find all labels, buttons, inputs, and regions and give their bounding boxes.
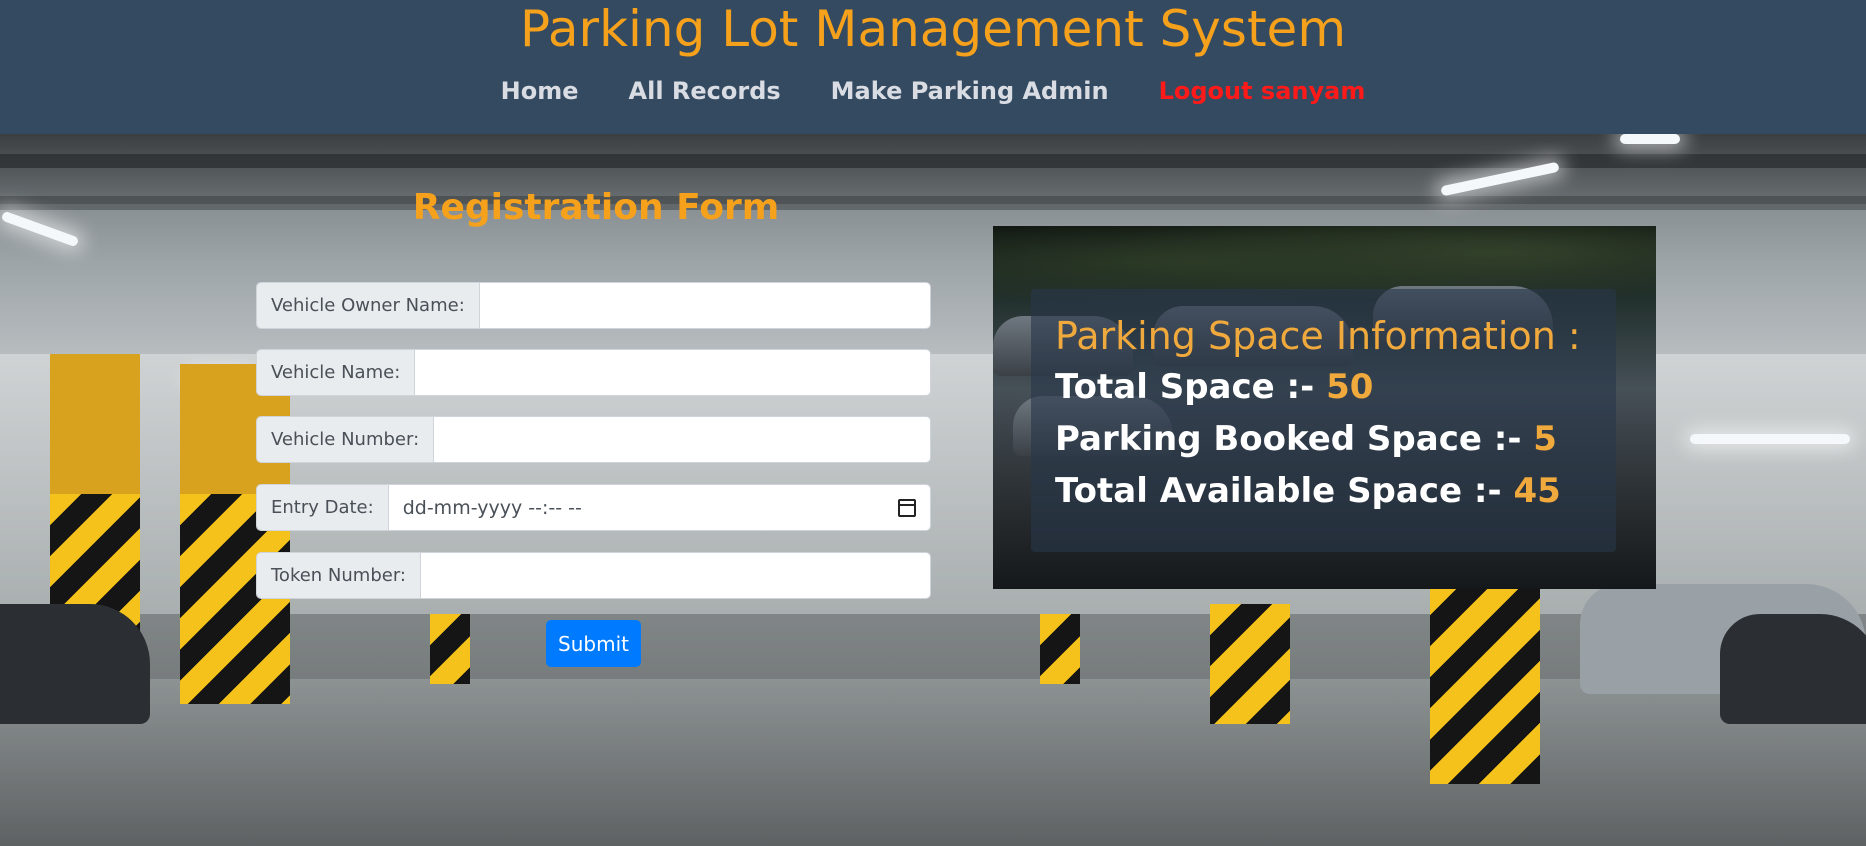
parking-info-box: Parking Space Information : Total Space …: [1031, 289, 1616, 552]
striped-pillar: [1040, 614, 1080, 684]
striped-pillar: [1210, 604, 1290, 724]
site-title: Parking Lot Management System: [519, 0, 1347, 58]
token-number-label: Token Number:: [257, 553, 421, 598]
entry-date-label: Entry Date:: [257, 485, 389, 530]
nav-make-parking-admin-link[interactable]: Make Parking Admin: [831, 74, 1109, 108]
vehicle-number-label: Vehicle Number:: [257, 417, 435, 462]
ceiling-light: [1620, 134, 1680, 144]
vehicle-name-label: Vehicle Name:: [257, 350, 416, 395]
parked-car: [0, 604, 150, 724]
parking-info-heading: Parking Space Information :: [1055, 314, 1581, 358]
nav-home-link[interactable]: Home: [501, 74, 579, 108]
total-space-value: 50: [1326, 367, 1374, 407]
booked-space-label: Parking Booked Space :-: [1055, 419, 1534, 459]
booked-space-line: Parking Booked Space :- 5: [1055, 413, 1592, 465]
entry-date-field: Entry Date: dd-mm-yyyy --:-- --: [256, 484, 931, 531]
owner-name-input[interactable]: [479, 283, 930, 328]
parked-car: [1720, 614, 1866, 724]
token-number-input[interactable]: [421, 553, 930, 598]
calendar-icon[interactable]: [898, 498, 916, 517]
booked-space-value: 5: [1533, 419, 1557, 459]
available-space-line: Total Available Space :- 45: [1055, 465, 1592, 517]
striped-pillar: [1430, 584, 1540, 784]
pillar-top: [50, 354, 140, 494]
vehicle-name-input[interactable]: [415, 350, 930, 395]
parking-info-panel: Parking Space Information : Total Space …: [993, 226, 1656, 589]
striped-pillar: [430, 614, 470, 684]
available-space-label: Total Available Space :-: [1055, 471, 1514, 511]
registration-form-title: Registration Form: [412, 187, 780, 228]
entry-date-input[interactable]: dd-mm-yyyy --:-- --: [388, 485, 930, 530]
vehicle-name-field: Vehicle Name:: [256, 349, 931, 396]
site-header: Parking Lot Management System Home All R…: [0, 0, 1866, 134]
owner-name-field: Vehicle Owner Name:: [256, 282, 931, 329]
garage-floor: [0, 679, 1866, 846]
nav-logout-link[interactable]: Logout sanyam: [1159, 74, 1366, 108]
ceiling-light: [1690, 434, 1850, 444]
vehicle-number-field: Vehicle Number:: [256, 416, 931, 463]
total-space-line: Total Space :- 50: [1055, 361, 1592, 413]
vehicle-number-input[interactable]: [434, 417, 930, 462]
owner-name-label: Vehicle Owner Name:: [257, 283, 480, 328]
nav-all-records-link[interactable]: All Records: [629, 74, 781, 108]
main-nav: Home All Records Make Parking Admin Logo…: [0, 74, 1866, 108]
submit-button[interactable]: Submit: [546, 620, 641, 667]
token-number-field: Token Number:: [256, 552, 931, 599]
entry-date-placeholder: dd-mm-yyyy --:-- --: [402, 496, 582, 519]
ceiling-light: [0, 210, 80, 248]
ceiling-beam: [0, 154, 1866, 168]
total-space-label: Total Space :-: [1055, 367, 1327, 407]
available-space-value: 45: [1513, 471, 1561, 511]
